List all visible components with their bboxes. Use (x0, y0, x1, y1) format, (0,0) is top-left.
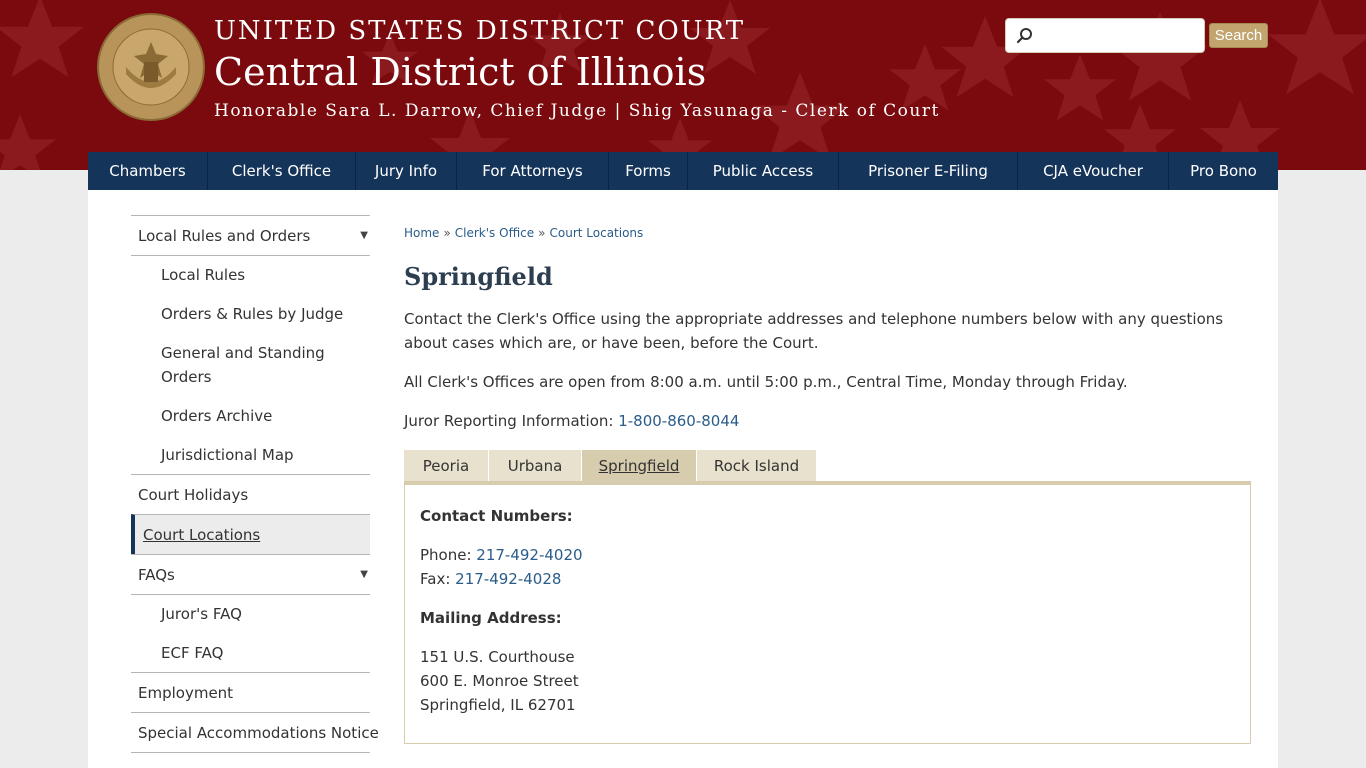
dropdown-arrow-icon[interactable]: ▼ (360, 569, 368, 580)
address-line-2: 600 E. Monroe Street (420, 672, 579, 690)
mailing-address-heading: Mailing Address: (420, 609, 562, 627)
breadcrumb: Home » Clerk's Office » Court Locations (404, 226, 643, 240)
search-input[interactable] (1005, 18, 1205, 53)
sidebar-item-orders-rules-by-judge[interactable]: Orders & Rules by Judge (131, 294, 370, 333)
sidebar-item-employment[interactable]: Employment (131, 672, 370, 712)
sidebar-item-label: Court Holidays (138, 485, 249, 504)
sidebar-divider (131, 752, 370, 753)
sidebar-item-label: Employment (138, 683, 234, 702)
address-line-3: Springfield, IL 62701 (420, 696, 576, 714)
breadcrumb-separator: » (443, 226, 451, 240)
search-icon (1016, 28, 1032, 44)
nav-prisoner-efiling[interactable]: Prisoner E-Filing (839, 152, 1018, 190)
juror-phone-link[interactable]: 1-800-860-8044 (618, 412, 739, 430)
fax-label: Fax: (420, 570, 456, 588)
breadcrumb-court-locations[interactable]: Court Locations (550, 226, 644, 240)
sidebar-item-jurors-faq[interactable]: Juror's FAQ (131, 594, 370, 633)
main-navigation: Chambers Clerk's Office Jury Info For At… (88, 152, 1278, 190)
sidebar-item-court-locations[interactable]: Court Locations (131, 514, 370, 554)
breadcrumb-home[interactable]: Home (404, 226, 439, 240)
phone-label: Phone: (420, 546, 477, 564)
dropdown-arrow-icon[interactable]: ▼ (360, 230, 368, 241)
contact-numbers-heading: Contact Numbers: (420, 507, 573, 525)
fax-link[interactable]: 217-492-4028 (455, 570, 561, 588)
hours-text: All Clerk's Offices are open from 8:00 a… (404, 373, 1128, 391)
sidebar-item-jurisdictional-map[interactable]: Jurisdictional Map (131, 435, 370, 474)
juror-info-line: Juror Reporting Information: 1-800-860-8… (404, 409, 1254, 433)
sidebar-item-orders-archive[interactable]: Orders Archive (131, 396, 370, 435)
tab-springfield[interactable]: Springfield (582, 450, 697, 481)
sidebar-item-faqs[interactable]: FAQs ▼ (131, 554, 370, 594)
sidebar-item-label: Court Locations (143, 525, 261, 544)
fax-line: Fax: 217-492-4028 (420, 567, 561, 591)
breadcrumb-clerks-office[interactable]: Clerk's Office (455, 226, 534, 240)
page-title: Springfield (404, 262, 553, 291)
nav-clerks-office[interactable]: Clerk's Office (208, 152, 356, 190)
breadcrumb-separator: » (538, 226, 546, 240)
sidebar-item-ecf-faq[interactable]: ECF FAQ (131, 633, 370, 672)
search-button[interactable]: Search (1209, 23, 1268, 48)
phone-line: Phone: 217-492-4020 (420, 543, 583, 567)
tab-peoria[interactable]: Peoria (404, 450, 489, 481)
nav-chambers[interactable]: Chambers (88, 152, 208, 190)
intro-text: Contact the Clerk's Office using the app… (404, 310, 1224, 352)
sidebar-item-local-rules[interactable]: Local Rules (131, 255, 370, 294)
sidebar-item-court-holidays[interactable]: Court Holidays (131, 474, 370, 514)
site-header: UNITED STATES DISTRICT COURT Central Dis… (0, 0, 1366, 170)
juror-info-label: Juror Reporting Information: (404, 412, 619, 430)
sidebar-item-label: Special Accommodations Notice (138, 723, 379, 742)
district-name[interactable]: Central District of Illinois (214, 50, 706, 94)
sidebar-item-local-rules-and-orders[interactable]: Local Rules and Orders ▼ (131, 215, 370, 255)
nav-forms[interactable]: Forms (609, 152, 688, 190)
address-line-1: 151 U.S. Courthouse (420, 648, 575, 666)
sidebar-item-label: Local Rules and Orders (138, 226, 311, 245)
nav-public-access[interactable]: Public Access (688, 152, 839, 190)
judge-clerk-line: Honorable Sara L. Darrow, Chief Judge | … (214, 101, 940, 121)
sidebar-item-label: FAQs (138, 565, 175, 584)
nav-cja-evoucher[interactable]: CJA eVoucher (1018, 152, 1169, 190)
nav-pro-bono[interactable]: Pro Bono (1169, 152, 1278, 190)
court-name-line: UNITED STATES DISTRICT COURT (214, 16, 746, 46)
nav-jury-info[interactable]: Jury Info (356, 152, 457, 190)
tab-rock-island[interactable]: Rock Island (697, 450, 817, 481)
court-seal-logo (97, 13, 205, 121)
location-tabs: Peoria Urbana Springfield Rock Island (404, 450, 817, 481)
sidebar-menu: Local Rules and Orders ▼ Local Rules Ord… (131, 215, 379, 753)
nav-for-attorneys[interactable]: For Attorneys (457, 152, 609, 190)
sidebar-item-special-accommodations[interactable]: Special Accommodations Notice (131, 712, 379, 752)
tab-panel-springfield: Contact Numbers: Phone: 217-492-4020 Fax… (404, 481, 1251, 744)
sidebar-item-general-standing-orders[interactable]: General and Standing Orders (131, 333, 370, 396)
phone-link[interactable]: 217-492-4020 (476, 546, 582, 564)
tab-urbana[interactable]: Urbana (489, 450, 582, 481)
